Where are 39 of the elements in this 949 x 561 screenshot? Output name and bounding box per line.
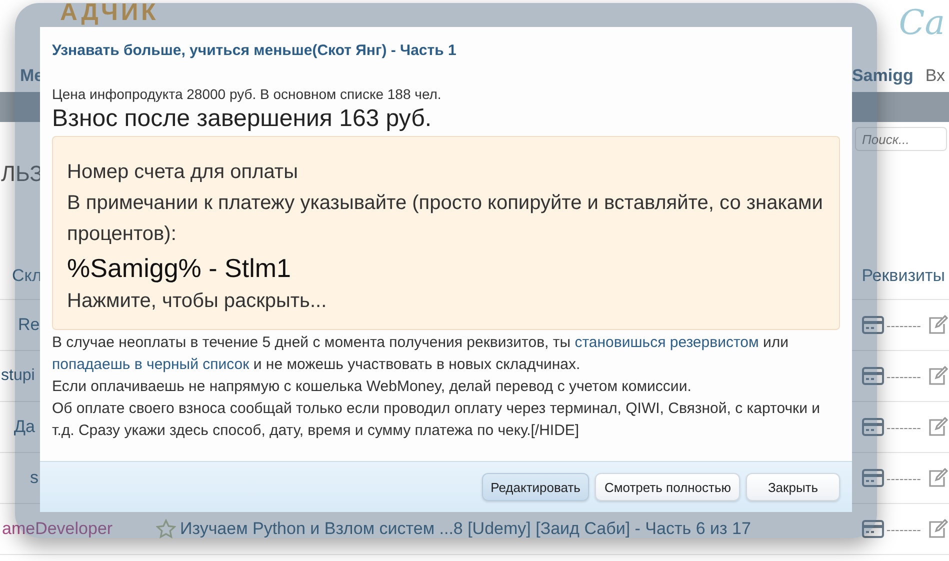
fee-heading: Взнос после завершения 163 руб. <box>52 104 433 134</box>
requisites-text: -------- <box>886 420 921 434</box>
text-link[interactable]: попадаешь в черный список <box>52 356 250 373</box>
search-field[interactable]: Поиск... <box>855 127 947 151</box>
note-text: Если оплачиваешь не напрямую с кошелька WebMoney, делай перевод с учетом комиссии. <box>52 377 692 397</box>
dialog-button[interactable]: Смотреть полностью <box>595 473 740 501</box>
credit-card-icon[interactable] <box>862 520 884 538</box>
note-text: Об оплате своего взноса сообщай только если проводил оплату через терминал, QIWI, Связной, с карточки и т.д. Сразу укажи здесь способ, дату, время и сумму платежа по чеку.[/HIDE] <box>52 399 822 441</box>
edit-icon[interactable] <box>927 468 949 488</box>
column-header: Скл <box>12 266 42 286</box>
price-text: Цена инфопродукта 28000 руб. В основном списке 188 чел. <box>52 86 442 102</box>
requisites-text: -------- <box>886 318 921 332</box>
payment-code: %Samigg% - Stlm1 <box>67 252 292 285</box>
notice-text: В примечании к платежу указывайте (просто копируйте и вставляйте, со знаками процентов): <box>67 191 824 247</box>
logo-script-text: Са <box>898 2 945 45</box>
text-link[interactable]: становишься резервистом <box>574 334 759 351</box>
credit-card-icon[interactable] <box>862 469 884 487</box>
requisites-text: -------- <box>886 368 921 384</box>
nav-link[interactable]: Вх <box>925 66 945 86</box>
credit-card-icon[interactable] <box>862 418 884 436</box>
credit-card-icon[interactable] <box>862 316 884 334</box>
star-icon[interactable] <box>156 519 176 539</box>
nav-link[interactable]: Samigg <box>852 66 914 86</box>
edit-icon[interactable] <box>927 366 949 386</box>
credit-card-icon[interactable] <box>862 367 884 385</box>
dialog-button[interactable]: Редактировать <box>482 473 590 501</box>
edit-icon[interactable] <box>927 519 949 539</box>
edit-icon[interactable] <box>927 417 949 437</box>
topic-link[interactable]: Изучаем Python и Взлом систем ...8 [Udemy] [Заид Саби] - Часть 6 из 17 <box>180 519 751 539</box>
requisites-text: -------- <box>886 522 921 536</box>
edit-icon[interactable] <box>927 315 949 335</box>
requisites-text: -------- <box>886 470 921 486</box>
column-header: Реквизиты <box>862 266 945 286</box>
dialog-title: Узнавать больше, учиться меньше(Скот Янг) - Часть 1 <box>51 41 458 61</box>
notice-text: Номер счета для оплаты <box>67 160 299 185</box>
dialog-button[interactable]: Закрыть <box>746 473 840 501</box>
logo-text: АДЧИК <box>60 0 159 26</box>
warning-text: В случае неоплаты в течение 5 дней с момента получения реквизитов, ты становишься резервистом или попадаешь в черный список и не можешь участвовать в новых складчинах. <box>52 333 790 375</box>
expand-link[interactable]: Нажмите, чтобы раскрыть... <box>67 286 825 317</box>
